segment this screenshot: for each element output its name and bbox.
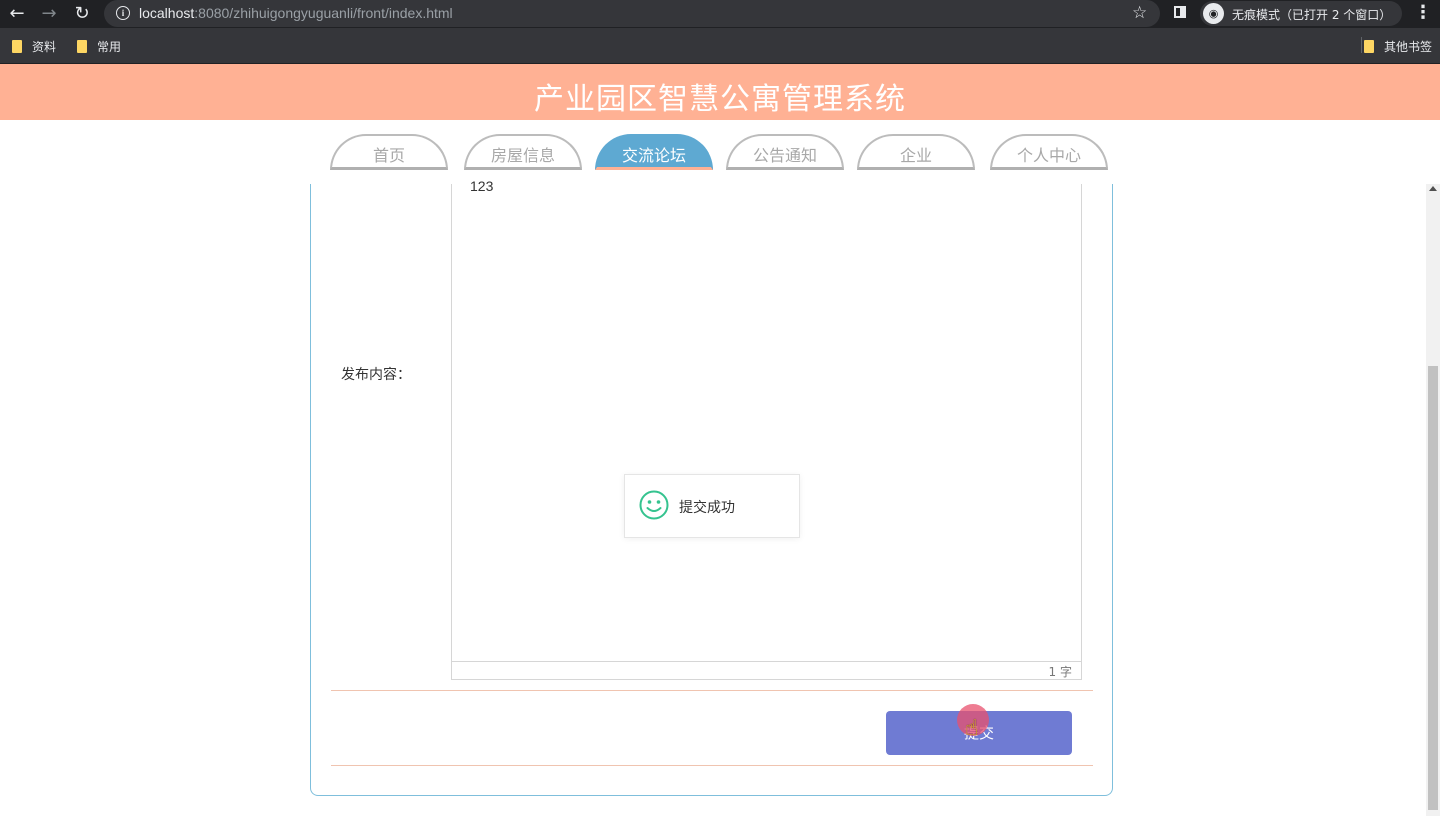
back-arrow-icon[interactable]: ← [5,2,29,26]
content-label: 发布内容： [341,367,411,383]
other-bookmarks-folder[interactable]: 其他书签 [1364,38,1432,55]
tab-label: 房屋信息 [490,146,555,165]
site-info-icon[interactable]: i [116,6,130,20]
tab-notices[interactable]: 公告通知 [726,134,844,170]
folder-icon [1364,40,1374,53]
address-bar[interactable]: i localhost:8080/zhihuigongyuguanli/fron… [104,0,1160,27]
site-title: 产业园区智慧公寓管理系统 [534,82,906,117]
tab-house-info[interactable]: 房屋信息 [464,134,582,170]
editor-status-bar: 1 字 [452,661,1081,679]
form-divider-bottom [331,765,1093,766]
bookmark-separator [1361,37,1362,53]
tab-personal-center[interactable]: 个人中心 [990,134,1108,170]
tab-label: 企业 [899,146,932,165]
incognito-icon: ◉ [1203,3,1224,24]
folder-icon [12,40,22,53]
tab-forum[interactable]: 交流论坛 [595,134,713,170]
content-editor[interactable]: 123 1 字 [451,178,1082,680]
tab-enterprise[interactable]: 企业 [857,134,975,170]
incognito-indicator[interactable]: ◉ 无痕模式（已打开 2 个窗口） [1200,1,1402,26]
bookmark-star-icon[interactable]: ☆ [1132,3,1147,23]
browser-toolbar: ← → ↻ i localhost:8080/zhihuigongyuguanl… [0,0,1440,28]
site-header: 产业园区智慧公寓管理系统 [0,64,1440,120]
word-count: 1 字 [1048,665,1072,679]
toast-message: 提交成功 [679,500,735,516]
scroll-up-arrow-icon[interactable] [1429,186,1437,191]
bookmark-label: 其他书签 [1384,40,1433,54]
more-menu-icon[interactable]: ⋮ [1414,2,1432,23]
forward-arrow-icon[interactable]: → [37,2,61,26]
url-text: localhost:8080/zhihuigongyuguanli/front/… [139,5,453,21]
bookmark-label: 资料 [32,40,57,54]
smile-icon [639,490,669,520]
side-panel-icon[interactable] [1174,6,1186,18]
form-divider-top [331,690,1093,691]
tab-label: 交流论坛 [621,146,686,165]
editor-text: 123 [470,178,494,194]
tab-label: 首页 [372,146,405,165]
tab-home[interactable]: 首页 [330,134,448,170]
bookmark-label: 常用 [97,40,122,54]
page-scrollbar[interactable] [1426,184,1440,816]
bookmarks-bar: 资料 常用 其他书签 [0,28,1440,64]
folder-icon [77,40,87,53]
incognito-label: 无痕模式（已打开 2 个窗口） [1232,8,1392,22]
tab-label: 个人中心 [1016,146,1081,165]
bookmark-folder-changyong[interactable]: 常用 [77,38,121,55]
success-toast: 提交成功 [624,474,800,538]
reload-icon[interactable]: ↻ [70,2,94,26]
tab-label: 公告通知 [752,146,817,165]
url-path: :8080/zhihuigongyuguanli/front/index.htm… [194,5,453,21]
url-host: localhost [139,5,195,21]
scroll-thumb[interactable] [1428,366,1438,810]
bookmark-folder-ziliao[interactable]: 资料 [12,38,56,55]
hand-cursor-icon: ☝ [965,716,979,741]
